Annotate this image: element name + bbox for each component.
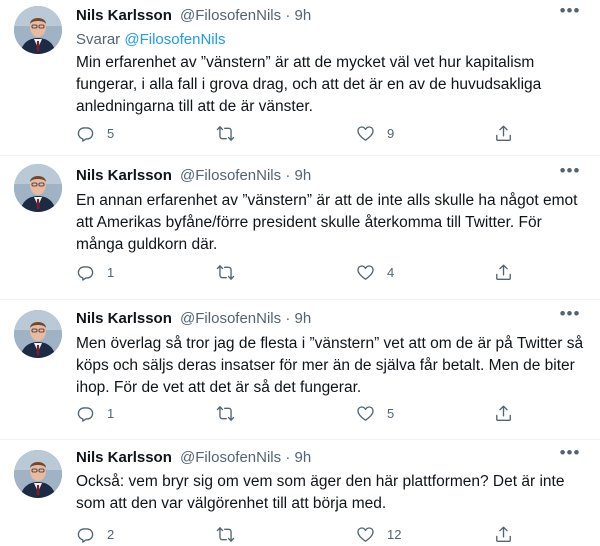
timestamp[interactable]: 9h [294, 167, 311, 184]
avatar[interactable] [14, 310, 62, 358]
avatar[interactable] [14, 450, 62, 498]
retweet-icon [216, 525, 235, 544]
author-name[interactable]: Nils Karlsson [76, 167, 172, 184]
like-button[interactable]: 9 [356, 121, 394, 145]
heart-icon [356, 263, 375, 282]
share-icon [494, 263, 513, 282]
share-icon [494, 404, 513, 423]
share-icon [494, 124, 513, 143]
tweet[interactable]: Nils Karlsson @FilosofenNils · 9h ••• En… [0, 156, 600, 300]
separator-dot: · [285, 449, 291, 466]
author-name[interactable]: Nils Karlsson [76, 310, 172, 327]
retweet-button[interactable] [216, 260, 247, 284]
author-handle[interactable]: @FilosofenNils [180, 167, 281, 184]
tweet[interactable]: Nils Karlsson @FilosofenNils · 9h ••• Me… [0, 300, 600, 440]
retweet-button[interactable] [216, 522, 247, 546]
tweet-actions: 1 4 [76, 260, 584, 284]
author-handle[interactable]: @FilosofenNils [180, 449, 281, 466]
share-button[interactable] [494, 401, 513, 425]
more-icon[interactable]: ••• [556, 162, 584, 186]
like-button[interactable]: 12 [356, 522, 401, 546]
like-count: 12 [387, 526, 402, 542]
tweet-header: Nils Karlsson @FilosofenNils · 9h [76, 166, 311, 186]
timestamp[interactable]: 9h [294, 310, 311, 327]
share-button[interactable] [494, 522, 513, 546]
tweet-header: Nils Karlsson @FilosofenNils · 9h [76, 6, 311, 26]
separator-dot: · [285, 7, 291, 24]
author-name[interactable]: Nils Karlsson [76, 449, 172, 466]
tweet-text: Min erfarenhet av ”vänstern” är att de m… [76, 54, 542, 115]
heart-icon [356, 124, 375, 143]
tweet[interactable]: Nils Karlsson @FilosofenNils · 9h ••• Sv… [0, 0, 600, 156]
reply-count: 1 [107, 405, 115, 421]
like-button[interactable]: 5 [356, 401, 394, 425]
tweet-actions: 1 5 [76, 401, 584, 425]
reply-count: 2 [107, 526, 115, 542]
share-icon [494, 525, 513, 544]
retweet-button[interactable] [216, 121, 247, 145]
tweet-actions: 2 12 [76, 522, 584, 546]
avatar[interactable] [14, 6, 62, 54]
more-icon[interactable]: ••• [556, 444, 584, 468]
reply-icon [76, 124, 95, 143]
reply-icon [76, 263, 95, 282]
replying-to-link[interactable]: @FilosofenNils [124, 31, 225, 48]
retweet-icon [216, 404, 235, 423]
tweet-header: Nils Karlsson @FilosofenNils · 9h [76, 309, 311, 329]
replying-to: Svarar @FilosofenNils [76, 30, 225, 50]
tweet[interactable]: Nils Karlsson @FilosofenNils · 9h ••• Oc… [0, 440, 600, 546]
like-count: 4 [387, 264, 395, 280]
timestamp[interactable]: 9h [294, 449, 311, 466]
tweet-text: Också: vem bryr sig om vem som äger den … [76, 473, 565, 512]
reply-button[interactable]: 1 [76, 401, 114, 425]
retweet-icon [216, 124, 235, 143]
retweet-button[interactable] [216, 401, 247, 425]
author-name[interactable]: Nils Karlsson [76, 7, 172, 24]
author-handle[interactable]: @FilosofenNils [180, 7, 281, 24]
reply-count: 1 [107, 264, 115, 280]
reply-count: 5 [107, 125, 115, 141]
separator-dot: · [285, 167, 291, 184]
retweet-icon [216, 263, 235, 282]
share-button[interactable] [494, 121, 513, 145]
reply-button[interactable]: 2 [76, 522, 114, 546]
like-button[interactable]: 4 [356, 260, 394, 284]
timestamp[interactable]: 9h [294, 7, 311, 24]
reply-button[interactable]: 1 [76, 260, 114, 284]
replying-prefix: Svarar [76, 31, 121, 48]
tweet-actions: 5 9 [76, 121, 584, 145]
like-count: 9 [387, 125, 395, 141]
tweet-text: En annan erfarenhet av ”vänstern” är att… [76, 192, 578, 253]
more-icon[interactable]: ••• [556, 2, 584, 26]
heart-icon [356, 525, 375, 544]
reply-button[interactable]: 5 [76, 121, 114, 145]
share-button[interactable] [494, 260, 513, 284]
tweet-text: Men överlag så tror jag de flesta i ”vän… [76, 335, 584, 396]
reply-icon [76, 525, 95, 544]
avatar[interactable] [14, 164, 62, 212]
like-count: 5 [387, 405, 395, 421]
separator-dot: · [285, 310, 291, 327]
more-icon[interactable]: ••• [556, 305, 584, 329]
heart-icon [356, 404, 375, 423]
tweet-header: Nils Karlsson @FilosofenNils · 9h [76, 448, 311, 468]
reply-icon [76, 404, 95, 423]
author-handle[interactable]: @FilosofenNils [180, 310, 281, 327]
